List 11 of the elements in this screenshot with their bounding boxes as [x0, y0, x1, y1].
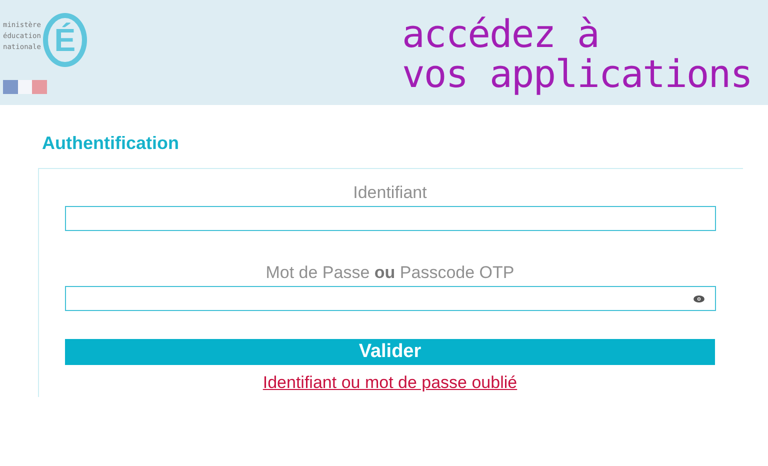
- page-title: Authentification: [42, 133, 180, 154]
- input-field[interactable]: [64, 286, 716, 311]
- forgot-link[interactable]: Identifiant ou mot de passe oublié: [262, 373, 518, 393]
- input-field[interactable]: [64, 206, 716, 231]
- flag-icon: [3, 80, 47, 94]
- eye-icon[interactable]: [692, 294, 704, 302]
- tagline-text: accédez à: [402, 14, 599, 54]
- field-label: Identifiant: [353, 183, 427, 203]
- logo-emblem: É: [42, 13, 87, 67]
- tagline-text: vos applications: [402, 54, 752, 94]
- field-label: Mot de Passe ou Passcode OTP: [266, 263, 514, 283]
